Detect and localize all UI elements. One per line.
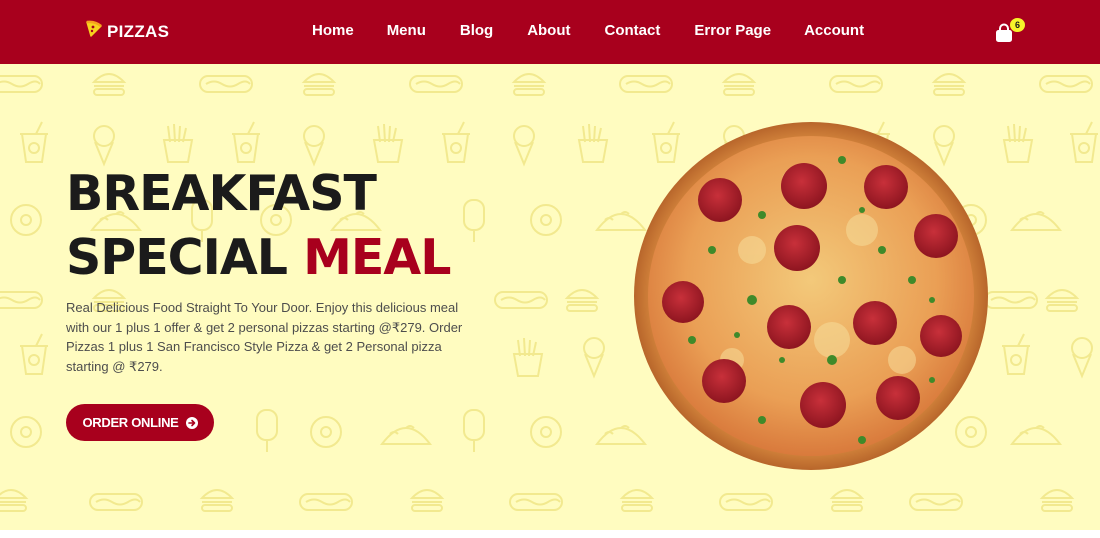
nav-contact[interactable]: Contact (605, 22, 661, 39)
headline-line-1: BREAKFAST (66, 165, 377, 222)
pizza-slice-icon (85, 20, 103, 43)
arrow-right-circle-icon (185, 416, 198, 429)
nav-about[interactable]: About (527, 22, 570, 39)
nav-home[interactable]: Home (312, 22, 354, 39)
hero-section: BREAKFAST SPECIAL MEAL Real Delicious Fo… (0, 64, 1100, 530)
headline-accent-word: MEAL (303, 229, 451, 286)
nav-blog[interactable]: Blog (460, 22, 493, 39)
brand-name: PIZZAS (107, 21, 170, 41)
order-online-label: ORDER ONLINE (82, 415, 179, 430)
nav-account[interactable]: Account (804, 22, 864, 39)
hero-description: Real Delicious Food Straight To Your Doo… (66, 300, 463, 374)
brand-logo[interactable]: PIZZAS (85, 20, 169, 43)
hero-headline: BREAKFAST SPECIAL MEAL (66, 162, 486, 290)
main-nav: Home Menu Blog About Contact Error Page … (312, 22, 864, 39)
headline-line-2-prefix: SPECIAL (66, 229, 288, 286)
order-online-button[interactable]: ORDER ONLINE (66, 404, 214, 441)
cart-button[interactable]: 6 (994, 18, 1028, 46)
pepperoni-pizza-image (634, 122, 988, 470)
nav-error-page[interactable]: Error Page (694, 22, 771, 39)
top-navbar: PIZZAS Home Menu Blog About Contact Erro… (0, 0, 1100, 64)
nav-menu[interactable]: Menu (387, 22, 426, 39)
cart-count-badge: 6 (1010, 18, 1025, 32)
